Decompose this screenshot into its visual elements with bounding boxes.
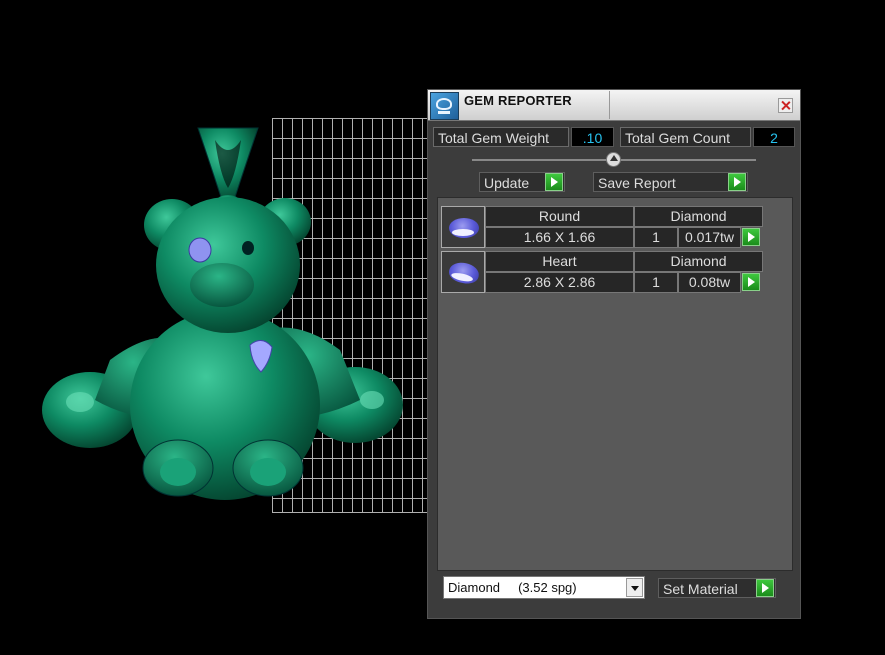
gem-material: Diamond bbox=[634, 251, 763, 272]
panel-slider-handle[interactable] bbox=[606, 152, 621, 167]
close-icon[interactable] bbox=[778, 98, 793, 113]
gem-quantity: 1 bbox=[634, 272, 678, 293]
round-gem-icon bbox=[441, 206, 485, 248]
gem-size: 2.86 X 2.86 bbox=[485, 272, 634, 293]
title-bar[interactable]: GEM REPORTER bbox=[428, 90, 800, 121]
gem-row-round[interactable]: Round Diamond 1.66 X 1.66 1 0.017tw bbox=[441, 206, 763, 248]
play-arrow-icon bbox=[756, 579, 774, 597]
gem-weight: 0.08tw bbox=[678, 272, 741, 293]
gem-list: Round Diamond 1.66 X 1.66 1 0.017tw Hear… bbox=[437, 197, 793, 571]
window-title: GEM REPORTER bbox=[464, 93, 572, 108]
save-report-button-label: Save Report bbox=[598, 175, 676, 191]
material-dropdown[interactable]: Diamond (3.52 spg) bbox=[443, 576, 645, 599]
gem-size: 1.66 X 1.66 bbox=[485, 227, 634, 248]
gem-reporter-panel: GEM REPORTER Total Gem Weight .10 Total … bbox=[427, 89, 801, 619]
play-arrow-icon bbox=[728, 173, 746, 191]
gem-weight: 0.017tw bbox=[678, 227, 741, 248]
gem-material: Diamond bbox=[634, 206, 763, 227]
save-report-button[interactable]: Save Report bbox=[593, 172, 748, 192]
total-gem-weight-value: .10 bbox=[571, 127, 614, 147]
total-gem-count-label: Total Gem Count bbox=[620, 127, 751, 147]
select-gem-arrow-icon[interactable] bbox=[742, 273, 760, 291]
gem-shape: Heart bbox=[485, 251, 634, 272]
set-material-button[interactable]: Set Material bbox=[658, 578, 776, 598]
gem-reporter-icon bbox=[430, 92, 459, 120]
total-gem-count-value: 2 bbox=[753, 127, 795, 147]
set-material-button-label: Set Material bbox=[663, 581, 738, 597]
total-gem-weight-label: Total Gem Weight bbox=[433, 127, 569, 147]
title-separator bbox=[609, 91, 610, 119]
gem-row-heart[interactable]: Heart Diamond 2.86 X 2.86 1 0.08tw bbox=[441, 251, 763, 293]
update-button-label: Update bbox=[484, 175, 530, 191]
material-dropdown-value: Diamond (3.52 spg) bbox=[448, 580, 577, 595]
heart-gem-icon bbox=[441, 251, 485, 293]
select-gem-arrow-icon[interactable] bbox=[742, 228, 760, 246]
chevron-down-icon[interactable] bbox=[626, 578, 643, 597]
update-button[interactable]: Update bbox=[479, 172, 565, 192]
gem-quantity: 1 bbox=[634, 227, 678, 248]
gem-shape: Round bbox=[485, 206, 634, 227]
play-arrow-icon bbox=[545, 173, 563, 191]
